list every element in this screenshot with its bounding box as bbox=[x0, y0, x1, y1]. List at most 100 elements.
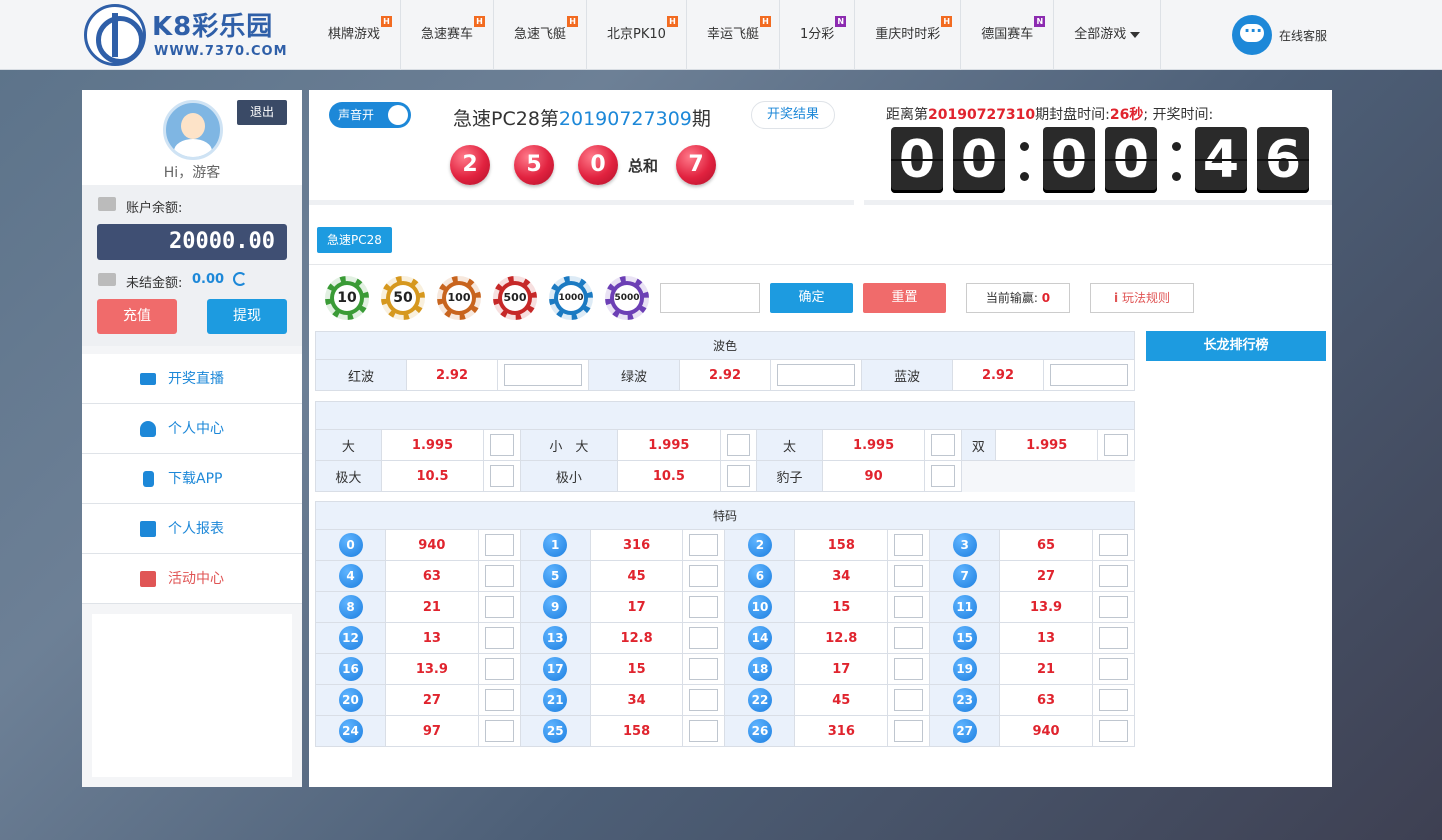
bet-input[interactable] bbox=[726, 465, 751, 487]
bet-input[interactable] bbox=[1098, 627, 1128, 649]
bet-input[interactable] bbox=[931, 465, 955, 487]
online-service[interactable]: 在线客服 bbox=[1232, 15, 1327, 55]
nav-item-chess[interactable]: 棋牌游戏 H bbox=[308, 0, 402, 70]
bet-input[interactable] bbox=[1098, 720, 1128, 742]
bet-cell[interactable] bbox=[887, 715, 931, 747]
bet-cell[interactable] bbox=[1043, 359, 1135, 391]
bet-cell[interactable] bbox=[887, 591, 931, 623]
nav-item-all-games[interactable]: 全部游戏 bbox=[1054, 0, 1162, 70]
bet-cell[interactable] bbox=[1091, 622, 1136, 654]
bet-input[interactable] bbox=[484, 565, 514, 587]
bet-input[interactable] bbox=[689, 627, 719, 649]
bet-cell[interactable] bbox=[682, 560, 726, 592]
bet-cell[interactable] bbox=[497, 359, 589, 391]
bet-cell[interactable] bbox=[682, 591, 726, 623]
bet-cell[interactable] bbox=[682, 653, 726, 685]
bet-input[interactable] bbox=[484, 534, 514, 556]
confirm-button[interactable]: 确定 bbox=[770, 283, 853, 313]
bet-input[interactable] bbox=[894, 720, 924, 742]
bet-input[interactable] bbox=[484, 596, 514, 618]
bet-cell[interactable] bbox=[682, 684, 726, 716]
bet-cell[interactable] bbox=[477, 560, 521, 592]
bet-cell[interactable] bbox=[1091, 529, 1136, 561]
bet-cell[interactable] bbox=[477, 591, 521, 623]
withdraw-button[interactable]: 提现 bbox=[207, 299, 287, 334]
rules-button[interactable]: i 玩法规则 bbox=[1090, 283, 1194, 313]
bet-input[interactable] bbox=[931, 434, 955, 456]
nav-item-speed-racing[interactable]: 急速赛车 H bbox=[401, 0, 495, 70]
nav-item-lucky-boat[interactable]: 幸运飞艇 H bbox=[687, 0, 780, 70]
bet-cell[interactable] bbox=[483, 429, 521, 461]
menu-item-live-draw[interactable]: 开奖直播 bbox=[82, 354, 302, 404]
bet-input[interactable] bbox=[894, 689, 924, 711]
chip-1000[interactable]: 1000 bbox=[549, 276, 593, 320]
dragon-ranking-button[interactable]: 长龙排行榜 bbox=[1146, 331, 1326, 361]
nav-item-beijing-pk10[interactable]: 北京PK10 H bbox=[587, 0, 687, 70]
nav-item-germany-racing[interactable]: 德国赛车 N bbox=[961, 0, 1055, 70]
bet-input[interactable] bbox=[689, 658, 719, 680]
bet-cell[interactable] bbox=[1091, 684, 1136, 716]
bet-cell[interactable] bbox=[682, 529, 726, 561]
chip-10[interactable]: 10 bbox=[325, 276, 369, 320]
menu-item-personal-center[interactable]: 个人中心 bbox=[82, 404, 302, 454]
bet-cell[interactable] bbox=[477, 684, 521, 716]
bet-cell[interactable] bbox=[1097, 429, 1135, 461]
bet-input[interactable] bbox=[484, 720, 514, 742]
bet-cell[interactable] bbox=[887, 622, 931, 654]
bet-input[interactable] bbox=[894, 627, 924, 649]
chip-50[interactable]: 50 bbox=[381, 276, 425, 320]
nav-item-speed-boat[interactable]: 急速飞艇 H bbox=[494, 0, 588, 70]
bet-cell[interactable] bbox=[770, 359, 862, 391]
logout-button[interactable]: 退出 bbox=[237, 100, 287, 125]
bet-input[interactable] bbox=[1050, 364, 1128, 386]
reset-button[interactable]: 重置 bbox=[863, 283, 946, 313]
bet-input[interactable] bbox=[894, 534, 924, 556]
nav-item-1min[interactable]: 1分彩 N bbox=[780, 0, 856, 70]
bet-input[interactable] bbox=[894, 565, 924, 587]
bet-cell[interactable] bbox=[477, 715, 521, 747]
bet-input[interactable] bbox=[490, 465, 514, 487]
bet-input[interactable] bbox=[1098, 596, 1128, 618]
bet-input[interactable] bbox=[1104, 434, 1128, 456]
bet-input[interactable] bbox=[1098, 658, 1128, 680]
bet-input[interactable] bbox=[484, 689, 514, 711]
bet-input[interactable] bbox=[484, 627, 514, 649]
bet-input[interactable] bbox=[1098, 565, 1128, 587]
menu-item-activities[interactable]: 活动中心 bbox=[82, 554, 302, 604]
bet-input[interactable] bbox=[726, 434, 751, 456]
bet-input[interactable] bbox=[490, 434, 514, 456]
bet-cell[interactable] bbox=[1091, 715, 1136, 747]
bet-cell[interactable] bbox=[682, 622, 726, 654]
chip-100[interactable]: 100 bbox=[437, 276, 481, 320]
bet-input[interactable] bbox=[689, 689, 719, 711]
bet-cell[interactable] bbox=[1091, 591, 1136, 623]
bet-cell[interactable] bbox=[924, 460, 962, 492]
sound-toggle[interactable]: 声音开 bbox=[329, 102, 411, 128]
bet-cell[interactable] bbox=[477, 653, 521, 685]
bet-input[interactable] bbox=[777, 364, 855, 386]
bet-cell[interactable] bbox=[887, 529, 931, 561]
bet-cell[interactable] bbox=[887, 560, 931, 592]
bet-cell[interactable] bbox=[1091, 560, 1136, 592]
bet-input[interactable] bbox=[894, 596, 924, 618]
bet-input[interactable] bbox=[1098, 689, 1128, 711]
bet-cell[interactable] bbox=[1091, 653, 1136, 685]
chip-500[interactable]: 500 bbox=[493, 276, 537, 320]
nav-item-chongqing[interactable]: 重庆时时彩 H bbox=[855, 0, 962, 70]
bet-cell[interactable] bbox=[924, 429, 962, 461]
tab-pc28[interactable]: 急速PC28 bbox=[317, 227, 392, 253]
bet-amount-input[interactable] bbox=[660, 283, 760, 313]
bet-cell[interactable] bbox=[887, 684, 931, 716]
bet-cell[interactable] bbox=[483, 460, 521, 492]
draw-results-button[interactable]: 开奖结果 bbox=[751, 101, 835, 129]
bet-input[interactable] bbox=[689, 534, 719, 556]
bet-cell[interactable] bbox=[719, 429, 758, 461]
menu-item-report[interactable]: 个人报表 bbox=[82, 504, 302, 554]
bet-cell[interactable] bbox=[682, 715, 726, 747]
bet-input[interactable] bbox=[894, 658, 924, 680]
menu-item-download-app[interactable]: 下载APP bbox=[82, 454, 302, 504]
bet-input[interactable] bbox=[484, 658, 514, 680]
bet-input[interactable] bbox=[1098, 534, 1128, 556]
bet-input[interactable] bbox=[689, 720, 719, 742]
bet-cell[interactable] bbox=[887, 653, 931, 685]
